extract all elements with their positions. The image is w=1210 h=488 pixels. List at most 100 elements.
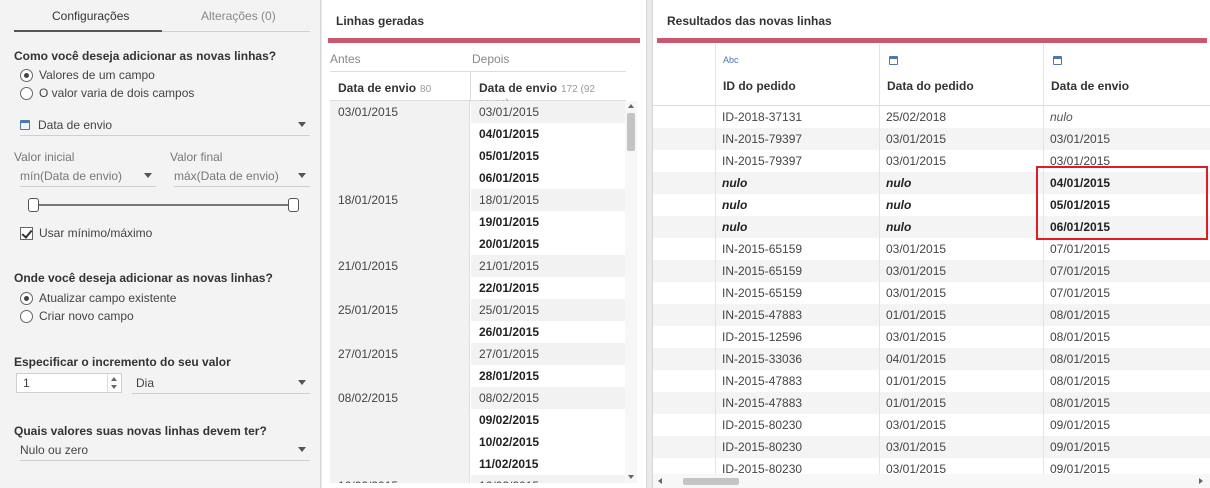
settings-tabs: Configurações Alterações (0) [0, 0, 321, 34]
panel-accent-bar [657, 38, 1207, 43]
stepper-arrows[interactable] [107, 374, 121, 392]
increment-unit: Dia [136, 375, 155, 390]
column-header-data-de-envio[interactable]: Data de envio [1043, 44, 1210, 106]
before-cell: 21/01/2015 [330, 255, 470, 277]
generated-row: 08/02/2015 08/02/2015 [330, 387, 626, 409]
table-row: IN-2015-47883 01/01/2015 08/01/2015 [653, 370, 1210, 392]
before-column-count: 80 [420, 84, 432, 95]
scrollbar-thumb[interactable] [683, 478, 739, 485]
after-label: Depois [472, 52, 510, 66]
radio-update-existing[interactable]: Atualizar campo existente [20, 290, 176, 306]
tab-configuracoes[interactable]: Configurações [52, 9, 129, 23]
after-cell: 27/01/2015 [471, 343, 626, 365]
question-add-rows-how: Como você deseja adicionar as novas linh… [14, 49, 277, 63]
after-cell-new: 22/01/2015 [471, 277, 626, 299]
chevron-down-icon [298, 173, 306, 178]
checkbox-label: Usar mínimo/máximo [39, 226, 153, 240]
calendar-icon [1053, 56, 1062, 65]
after-cell: 03/01/2015 [471, 101, 626, 123]
generated-row: 18/01/2015 18/01/2015 [330, 189, 626, 211]
after-cell-new: 28/01/2015 [471, 365, 626, 387]
scroll-down-icon[interactable] [628, 475, 634, 479]
tab-alteracoes[interactable]: Alterações (0) [201, 9, 276, 23]
fill-value-select[interactable]: Nulo ou zero [20, 439, 310, 461]
radio-selected-icon[interactable] [20, 68, 33, 82]
generated-row: 20/01/2015 [330, 233, 626, 255]
column-header-data-do-pedido[interactable]: Data do pedido [879, 44, 1043, 106]
use-min-max-checkbox[interactable]: Usar mínimo/máximo [20, 226, 152, 240]
end-value-select[interactable]: máx(Data de envio) [174, 165, 310, 187]
scrollbar-thumb[interactable] [627, 113, 635, 151]
vertical-scrollbar[interactable] [625, 101, 637, 483]
scroll-right-icon[interactable] [1199, 478, 1203, 484]
before-cell [330, 453, 470, 475]
horizontal-scrollbar[interactable] [653, 474, 1210, 488]
chevron-down-icon [298, 380, 306, 385]
field-select[interactable]: Data de envio [20, 114, 310, 136]
cell-order: 03/01/2015 [879, 414, 1043, 436]
generated-row: 03/01/2015 03/01/2015 [330, 101, 626, 123]
column-name: Data do pedido [887, 79, 974, 93]
active-tab-indicator [14, 30, 162, 32]
after-cell: 18/01/2015 [471, 189, 626, 211]
stepper-down-icon[interactable] [111, 385, 117, 389]
checkbox-checked-icon[interactable] [20, 226, 33, 240]
cell-id: ID-2018-37131 [715, 106, 879, 128]
generated-row: 28/01/2015 [330, 365, 626, 387]
range-slider-min-handle[interactable] [28, 198, 39, 212]
question-increment: Especificar o incremento do seu valor [14, 355, 231, 369]
before-cell [330, 409, 470, 431]
cell-id: ID-2015-80230 [715, 414, 879, 436]
radio-empty-icon[interactable] [20, 86, 33, 100]
before-cell: 03/01/2015 [330, 101, 470, 123]
after-cell: 25/01/2015 [471, 299, 626, 321]
scroll-left-icon[interactable] [658, 478, 662, 484]
increment-unit-select[interactable]: Dia [132, 372, 310, 394]
range-slider-max-handle[interactable] [288, 198, 299, 212]
cell-order: 25/02/2018 [879, 106, 1043, 128]
results-title: Resultados das novas linhas [667, 14, 832, 28]
before-cell [330, 321, 470, 343]
scroll-up-icon[interactable] [628, 104, 634, 108]
generated-row: 11/02/2015 [330, 453, 626, 475]
before-column-header[interactable]: Data de envio 80 [338, 81, 431, 95]
cell-ship: 09/01/2015 [1043, 436, 1210, 458]
after-cell-new: 11/02/2015 [471, 453, 626, 475]
column-header-id-do-pedido[interactable]: Abc ID do pedido [715, 44, 879, 106]
before-cell: 27/01/2015 [330, 343, 470, 365]
after-cell-new: 26/01/2015 [471, 321, 626, 343]
chevron-down-icon [298, 447, 306, 452]
cell-id: IN-2015-65159 [715, 282, 879, 304]
radio-values-from-field[interactable]: Valores de um campo [20, 67, 155, 83]
after-cell: 16/02/2015 [471, 475, 626, 483]
cell-order: 03/01/2015 [879, 326, 1043, 348]
calendar-icon [889, 56, 898, 65]
cell-id: IN-2015-79397 [715, 128, 879, 150]
after-cell: 08/02/2015 [471, 387, 626, 409]
generated-rows-title: Linhas geradas [336, 14, 425, 28]
increment-stepper[interactable]: 1 [16, 373, 122, 393]
after-cell-new: 06/01/2015 [471, 167, 626, 189]
start-value-select[interactable]: mín(Data de envio) [20, 165, 156, 187]
radio-empty-icon[interactable] [20, 309, 33, 323]
stepper-up-icon[interactable] [111, 377, 117, 381]
range-slider-track[interactable] [34, 204, 292, 206]
cell-id: nulo [715, 194, 879, 216]
radio-create-new[interactable]: Criar novo campo [20, 308, 134, 324]
cell-order: 03/01/2015 [879, 436, 1043, 458]
radio-selected-icon[interactable] [20, 291, 33, 305]
radio-value-two-fields[interactable]: O valor varia de dois campos [20, 85, 194, 101]
before-label: Antes [330, 52, 361, 66]
generated-row: 16/02/201516/02/2015 [330, 475, 626, 483]
cell-id: IN-2015-47883 [715, 370, 879, 392]
cell-ship: 08/01/2015 [1043, 348, 1210, 370]
before-column-name: Data de envio [338, 81, 417, 95]
table-row: IN-2015-79397 03/01/2015 03/01/2015 [653, 128, 1210, 150]
results-grid-header: Abc ID do pedido Data do pedido Data de … [653, 44, 1210, 106]
generated-rows-list: 03/01/2015 03/01/2015 04/01/2015 05/01/2015… [330, 101, 626, 483]
before-cell [330, 167, 470, 189]
before-cell: 16/02/2015 [330, 475, 470, 483]
generated-row: 09/02/2015 [330, 409, 626, 431]
generated-row: 05/01/2015 [330, 145, 626, 167]
table-row: IN-2015-33036 04/01/2015 08/01/2015 [653, 348, 1210, 370]
